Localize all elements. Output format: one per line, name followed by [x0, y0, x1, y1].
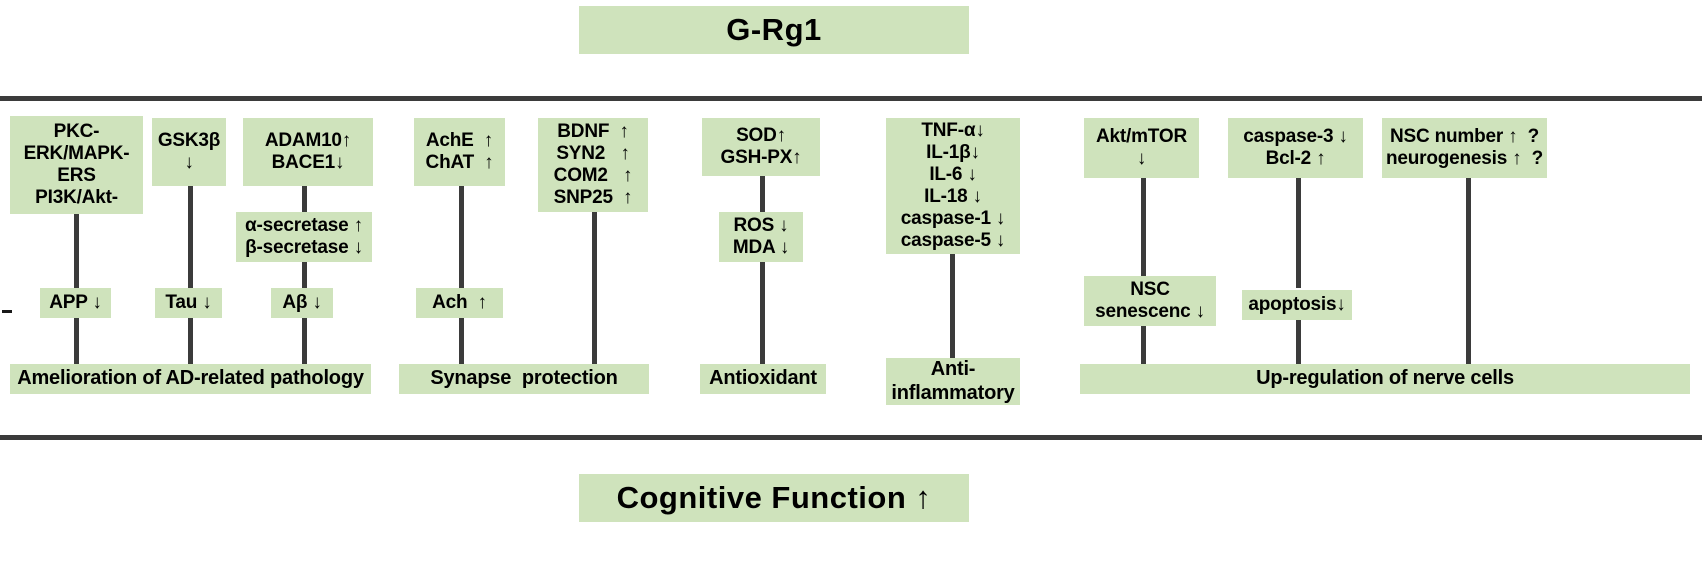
connector-adam10-secretase: [302, 186, 307, 212]
node-line: IL-1β↓: [926, 141, 980, 163]
node-line: APP ↓: [49, 291, 102, 313]
node-line: Tau ↓: [165, 291, 212, 313]
node-caspase3-bcl2: caspase-3 ↓ Bcl-2 ↑: [1228, 118, 1363, 178]
node-nsc-senescence: NSC senescenc ↓: [1084, 276, 1216, 326]
node-apoptosis: apoptosis↓: [1242, 290, 1352, 320]
node-pkc-erk-mapk: PKC- ERK/MAPK- ERS PI3K/Akt-: [10, 116, 143, 214]
node-line: IL-18 ↓: [924, 186, 982, 207]
node-ach: Ach ↑: [416, 288, 503, 318]
outcome-line: Synapse protection: [430, 367, 618, 390]
outcome-line: Amelioration of AD-related pathology: [17, 367, 364, 390]
node-line: TNF-α↓: [921, 119, 985, 141]
node-line: IL-6 ↓: [929, 163, 977, 185]
outcome-line: inflammatory: [891, 381, 1015, 404]
node-line: PKC-: [53, 120, 100, 142]
node-line: caspase-1 ↓: [900, 208, 1006, 230]
outcome-anti-inflammatory: Anti- inflammatory: [886, 358, 1020, 405]
node-adam10-bace1: ADAM10↑ BACE1↓: [243, 118, 373, 186]
node-line: senescenc ↓: [1095, 301, 1205, 322]
connector-nscnumber-outcome: [1466, 178, 1471, 364]
connector-ros-outcome: [760, 262, 765, 364]
node-line: GSK3β: [157, 129, 221, 151]
node-ache-chat: AchE ↑ ChAT ↑: [414, 118, 505, 186]
node-line: SOD↑: [736, 124, 786, 146]
node-secretase: α-secretase ↑ β-secretase ↓: [236, 212, 372, 262]
bottom-divider-rule: [0, 435, 1702, 440]
node-line: SNP25 ↑: [553, 187, 633, 209]
footer-box-cognitive-function: Cognitive Function ↑: [579, 474, 969, 522]
connector-nscsenescence-outcome: [1141, 326, 1146, 364]
connector-cytokines-outcome: [950, 254, 955, 358]
outcome-synapse-protection: Synapse protection: [399, 364, 649, 394]
outcome-nerve-cells: Up-regulation of nerve cells: [1080, 364, 1690, 394]
connector-sod-ros: [760, 176, 765, 212]
connector-bdnf-outcome: [592, 212, 597, 364]
pathway-diagram: G-Rg1 PKC- ERK/MAPK- ERS PI3K/Akt- GSK3β…: [0, 0, 1702, 579]
connector-app-outcome: [74, 318, 79, 364]
node-bdnf-syn2-com2-snp25: BDNF ↑ SYN2 ↑ COM2 ↑ SNP25 ↑: [538, 118, 648, 212]
connector-aktmtor-nscsenescence: [1141, 178, 1146, 276]
node-line: α-secretase ↑: [245, 214, 363, 236]
node-line: NSC: [1130, 278, 1170, 300]
node-line: caspase-3 ↓: [1243, 125, 1348, 147]
node-nsc-number-neurogenesis: NSC number ↑ ? neurogenesis ↑ ?: [1382, 118, 1547, 178]
node-tau: Tau ↓: [155, 288, 222, 318]
node-gsk3b: GSK3β ↓: [152, 118, 226, 186]
node-akt-mtor: Akt/mTOR ↓: [1084, 118, 1199, 178]
node-line: BACE1↓: [271, 152, 345, 173]
node-line: GSH-PX↑: [720, 147, 802, 168]
node-line: ROS ↓: [733, 214, 789, 236]
connector-caspase3-apoptosis: [1296, 178, 1301, 288]
connector-apoptosis-outcome: [1296, 320, 1301, 364]
node-line: ADAM10↑: [264, 129, 352, 151]
connector-gsk3b-tau: [188, 186, 193, 302]
connector-ache-ach: [459, 186, 464, 302]
connector-abeta-outcome: [302, 318, 307, 364]
node-app: APP ↓: [40, 288, 111, 318]
footer-line: Cognitive Function ↑: [616, 480, 932, 516]
node-line: ERS: [57, 165, 96, 186]
outcome-line: Up-regulation of nerve cells: [1256, 367, 1514, 390]
node-ros-mda: ROS ↓ MDA ↓: [719, 212, 803, 262]
node-line: neurogenesis ↑ ?: [1385, 148, 1544, 169]
node-line: ChAT ↑: [425, 152, 494, 173]
node-line: NSC number ↑ ?: [1389, 125, 1539, 147]
node-line: Bcl-2 ↑: [1265, 148, 1326, 169]
node-line: ↓: [1136, 148, 1147, 169]
node-line: SYN2 ↑: [556, 142, 630, 164]
node-line: ↓: [184, 152, 194, 173]
node-line: ERK/MAPK-: [23, 142, 130, 164]
outcome-ad-pathology: Amelioration of AD-related pathology: [10, 364, 371, 394]
connector-ach-outcome: [459, 318, 464, 364]
title-line: G-Rg1: [726, 12, 822, 48]
node-line: PI3K/Akt-: [35, 187, 118, 209]
node-abeta: Aβ ↓: [271, 288, 333, 318]
node-line: MDA ↓: [732, 237, 790, 258]
node-line: COM2 ↑: [553, 165, 633, 186]
node-line: β-secretase ↓: [245, 237, 363, 258]
node-line: caspase-5 ↓: [900, 230, 1006, 252]
node-line: AchE ↑: [425, 129, 494, 151]
title-box-g-rg1: G-Rg1: [579, 6, 969, 54]
top-divider-rule: [0, 96, 1702, 101]
node-line: Ach ↑: [432, 291, 487, 313]
node-line: Akt/mTOR: [1096, 125, 1187, 147]
connector-tau-outcome: [188, 318, 193, 364]
outcome-line: Anti-: [930, 358, 976, 381]
left-stub-dash: [2, 310, 12, 313]
outcome-antioxidant: Antioxidant: [700, 364, 826, 394]
node-line: BDNF ↑: [557, 120, 629, 142]
node-line: apoptosis↓: [1248, 293, 1346, 315]
node-cytokines: TNF-α↓ IL-1β↓ IL-6 ↓ IL-18 ↓ caspase-1 ↓…: [886, 118, 1020, 254]
node-sod-gshpx: SOD↑ GSH-PX↑: [702, 118, 820, 176]
node-line: Aβ ↓: [282, 291, 322, 313]
outcome-line: Antioxidant: [709, 367, 817, 390]
